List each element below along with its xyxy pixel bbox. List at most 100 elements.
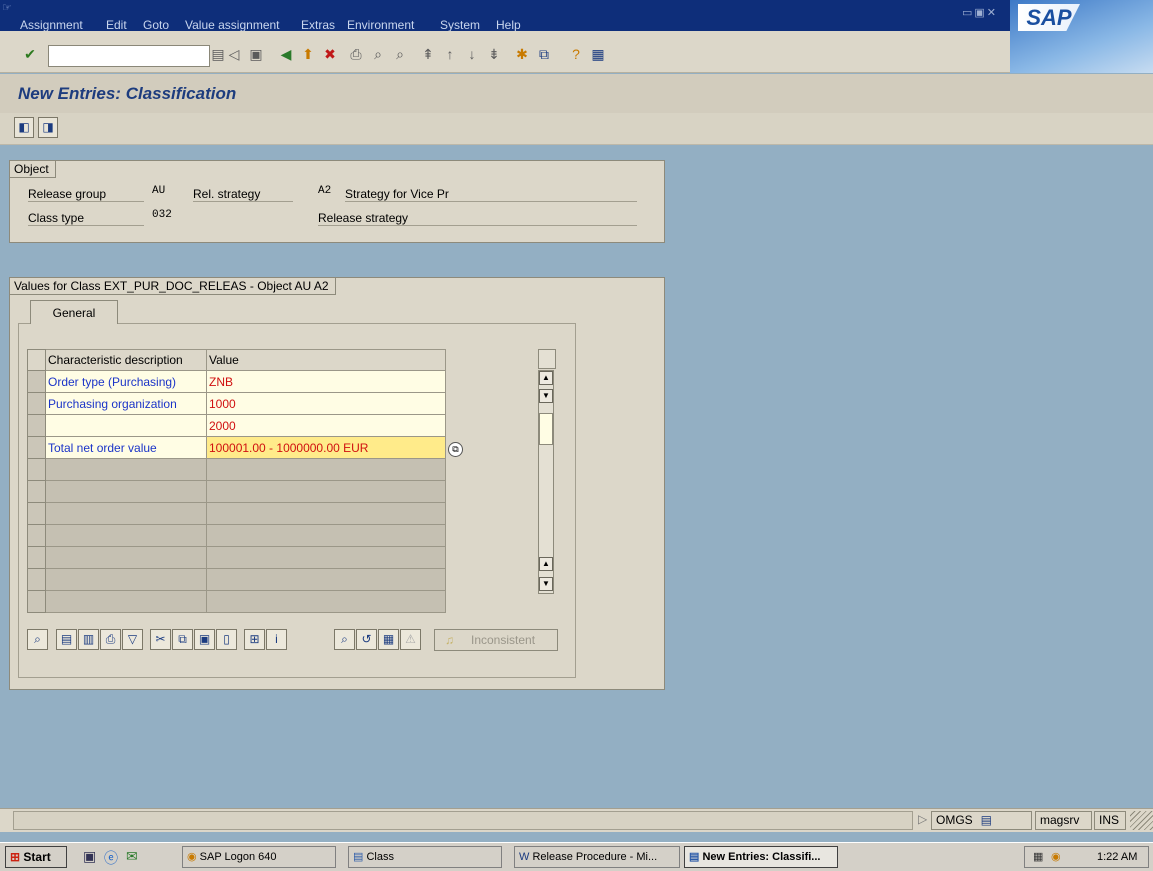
scroll-page-down-icon[interactable]: ▼ <box>539 389 553 403</box>
menu-value-assignment[interactable]: Value assignment <box>185 18 280 32</box>
characteristic-value[interactable]: 100001.00 - 1000000.00 EUR <box>206 436 446 459</box>
find-icon[interactable]: ⌕ <box>368 44 388 64</box>
back-arrow-icon[interactable]: ◁ <box>224 44 244 64</box>
paste-icon[interactable]: ▣ <box>194 629 215 650</box>
row-selector[interactable] <box>27 458 46 481</box>
enter-icon[interactable]: ✔ <box>20 44 40 64</box>
row-selector[interactable] <box>27 436 46 459</box>
undo-icon[interactable]: ↺ <box>356 629 377 650</box>
task-label: Release Procedure - Mi... <box>532 851 658 863</box>
row-selector[interactable] <box>27 480 46 503</box>
menu-help[interactable]: Help <box>496 18 521 32</box>
find-next-icon[interactable]: ⌕ <box>390 44 410 64</box>
row-selector[interactable] <box>27 546 46 569</box>
clock[interactable]: 1:22 AM <box>1097 847 1137 867</box>
characteristic-value[interactable]: ZNB <box>206 370 446 393</box>
value-help-icon[interactable]: ⧉ <box>448 442 463 457</box>
column-config-button[interactable] <box>538 349 556 369</box>
window-controls[interactable]: ▭▣✕ <box>962 6 998 19</box>
row-selector[interactable] <box>27 370 46 393</box>
insert-row-icon[interactable]: ⊞ <box>244 629 265 650</box>
characteristic-value[interactable]: 2000 <box>206 414 446 437</box>
scroll-page-up-icon[interactable]: ▲ <box>539 557 553 571</box>
select-all-icon[interactable]: ▤ <box>56 629 77 650</box>
table-vertical-scrollbar[interactable]: ▲ ▼ ▲ ▼ <box>538 370 554 594</box>
network-icon[interactable]: ▦ <box>1033 847 1043 867</box>
menu-assignment[interactable]: Assignment <box>20 18 83 32</box>
row-selector[interactable] <box>27 524 46 547</box>
first-page-icon[interactable]: ⇞ <box>418 44 438 64</box>
last-page-icon[interactable]: ⇟ <box>484 44 504 64</box>
table-row <box>27 502 446 525</box>
quick-launch-desktop-icon[interactable]: ▣ <box>83 848 96 865</box>
task-new-entries[interactable]: ▤ New Entries: Classifi... <box>684 846 838 868</box>
class-type-description-underline <box>318 210 637 226</box>
sap-tray-icon[interactable]: ◉ <box>1051 847 1061 867</box>
exit-icon[interactable]: ⬆ <box>298 44 318 64</box>
menu-edit[interactable]: Edit <box>106 18 127 32</box>
row-selector[interactable] <box>27 414 46 437</box>
resize-grip[interactable] <box>1130 811 1153 830</box>
start-button[interactable]: ⊞ Start <box>5 846 67 868</box>
row-selector[interactable] <box>27 590 46 613</box>
cancel-icon[interactable]: ✖ <box>320 44 340 64</box>
scroll-thumb[interactable] <box>539 413 553 445</box>
delete-icon[interactable]: ▯ <box>216 629 237 650</box>
layout-menu-icon[interactable]: ▦ <box>588 44 608 64</box>
row-selector[interactable] <box>27 568 46 591</box>
next-object-icon[interactable]: ◨ <box>38 117 58 138</box>
previous-object-icon[interactable]: ◧ <box>14 117 34 138</box>
scroll-up-icon[interactable]: ▲ <box>539 371 553 385</box>
deselect-all-icon[interactable]: ▥ <box>78 629 99 650</box>
shortcut-icon[interactable]: ⧉ <box>534 44 554 64</box>
details-icon[interactable]: ⌕ <box>27 629 48 650</box>
menu-goto[interactable]: Goto <box>143 18 169 32</box>
command-field[interactable] <box>48 45 210 67</box>
select-all-cell[interactable] <box>27 349 46 371</box>
scroll-down-icon[interactable]: ▼ <box>539 577 553 591</box>
information-icon[interactable]: i <box>266 629 287 650</box>
row-selector[interactable] <box>27 392 46 415</box>
task-class[interactable]: ▤ Class <box>348 846 502 868</box>
start-label: Start <box>23 850 51 864</box>
release-group-label-underline <box>28 186 144 202</box>
table-row: Total net order value 100001.00 - 100000… <box>27 436 446 459</box>
next-page-icon[interactable]: ↓ <box>462 44 482 64</box>
save-icon[interactable]: ▣ <box>246 44 266 64</box>
print-icon[interactable]: ⎙ <box>346 44 366 64</box>
row-selector[interactable] <box>27 502 46 525</box>
sap-window-icon: ▤ <box>353 851 364 863</box>
menu-extras[interactable]: Extras <box>301 18 335 32</box>
back-icon[interactable]: ◀ <box>276 44 296 64</box>
system-menu-icon[interactable]: ☞ <box>2 1 12 14</box>
table-row <box>27 480 446 503</box>
quick-launch-outlook-icon[interactable]: ✉ <box>126 848 138 865</box>
characteristic-value[interactable]: 1000 <box>206 392 446 415</box>
table-row <box>27 546 446 569</box>
help-icon[interactable]: ? <box>566 44 586 64</box>
empty-cell <box>45 480 207 503</box>
menu-system[interactable]: System <box>440 18 480 32</box>
column-header-value[interactable]: Value <box>206 349 446 371</box>
bell-icon: ♫ <box>445 633 454 647</box>
filter-icon[interactable]: ▽ <box>122 629 143 650</box>
create-session-icon[interactable]: ✱ <box>512 44 532 64</box>
input-mode-indicator[interactable]: INS <box>1094 811 1126 830</box>
cut-icon[interactable]: ✂ <box>150 629 171 650</box>
task-label: Class <box>366 851 394 863</box>
copy-icon[interactable]: ⧉ <box>172 629 193 650</box>
session-info-icon[interactable]: ▤ <box>981 813 992 827</box>
sap-logo: SAP <box>1018 4 1080 31</box>
find-in-table-icon[interactable]: ⌕ <box>334 629 355 650</box>
table-settings-icon[interactable]: ▦ <box>378 629 399 650</box>
task-sap-logon[interactable]: ◉ SAP Logon 640 <box>182 846 336 868</box>
system-tray: ▦ ◉ 1:22 AM <box>1024 846 1149 868</box>
tab-general[interactable]: General <box>30 300 118 324</box>
previous-page-icon[interactable]: ↑ <box>440 44 460 64</box>
expand-status-icon[interactable]: ▷ <box>918 812 927 826</box>
menu-environment[interactable]: Environment <box>347 18 414 32</box>
quick-launch-ie-icon[interactable]: ⓔ <box>104 848 118 868</box>
task-release-procedure[interactable]: W Release Procedure - Mi... <box>514 846 680 868</box>
column-header-description[interactable]: Characteristic description <box>45 349 207 371</box>
print-table-icon[interactable]: ⎙ <box>100 629 121 650</box>
